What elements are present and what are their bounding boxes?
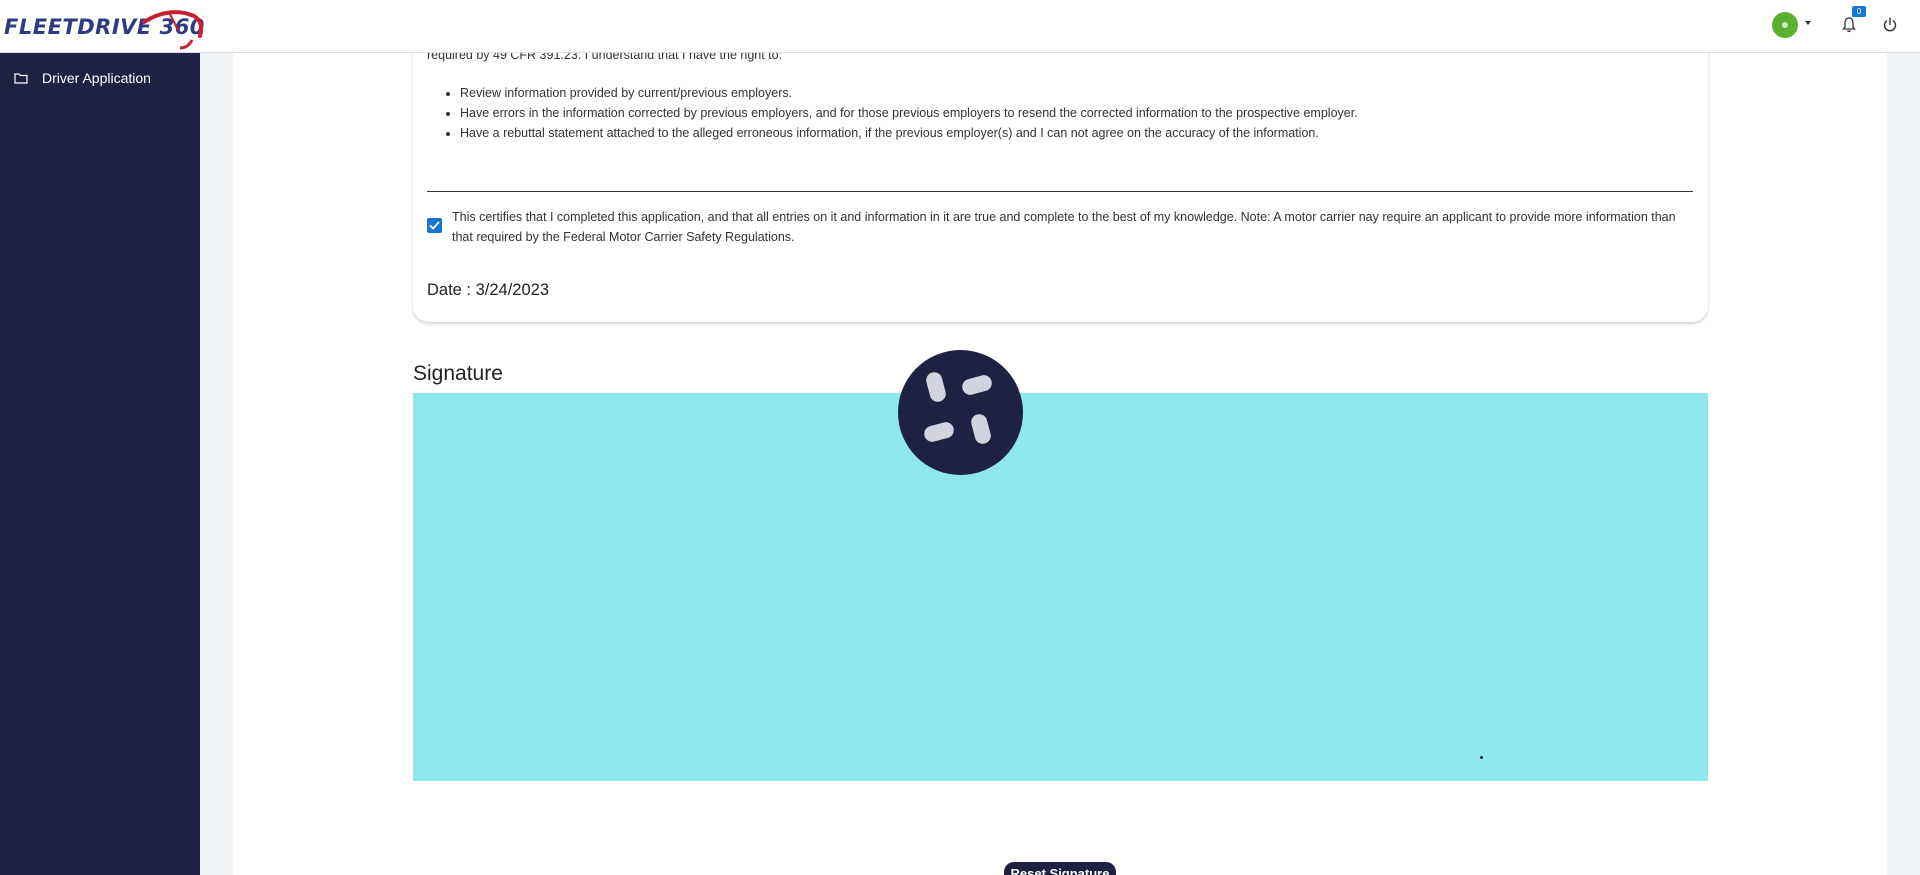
notification-badge: 0 xyxy=(1852,6,1866,17)
list-item: Have errors in the information corrected… xyxy=(460,105,1358,125)
certification-text: This certifies that I completed this app… xyxy=(452,210,1676,244)
signature-title: Signature xyxy=(413,362,503,385)
sidebar-item-label: Driver Application xyxy=(42,70,151,86)
speedometer-swoosh-icon xyxy=(142,10,204,50)
certification-checkbox[interactable] xyxy=(427,218,442,233)
rights-list: Review information provided by current/p… xyxy=(460,85,1358,145)
reset-signature-button[interactable]: Reset Signature xyxy=(1004,862,1116,875)
section-divider xyxy=(427,191,1693,192)
fleetdrive-logo[interactable]: FLEETDRIVE 360 xyxy=(4,4,205,50)
user-avatar[interactable] xyxy=(1772,12,1798,38)
application-date: Date : 3/24/2023 xyxy=(427,281,550,299)
list-item: Have a rebuttal statement attached to th… xyxy=(460,125,1358,145)
folder-icon xyxy=(14,73,28,84)
loading-spinner-icon xyxy=(898,350,1023,475)
list-item: Review information provided by current/p… xyxy=(460,85,1358,105)
bell-icon[interactable] xyxy=(1842,17,1856,33)
sidebar-item-driver-application[interactable]: Driver Application xyxy=(0,63,200,93)
signature-stroke xyxy=(1480,756,1483,759)
power-icon[interactable] xyxy=(1882,17,1898,33)
checkmark-icon xyxy=(429,221,440,230)
caret-down-icon[interactable] xyxy=(1805,21,1811,25)
sidebar: Driver Application xyxy=(0,53,200,875)
application-card xyxy=(413,37,1708,322)
logo-text: FLEETDRIVE xyxy=(4,15,152,39)
signature-pad[interactable] xyxy=(413,393,1708,781)
top-navbar: FLEETDRIVE 360 0 xyxy=(0,0,1920,53)
